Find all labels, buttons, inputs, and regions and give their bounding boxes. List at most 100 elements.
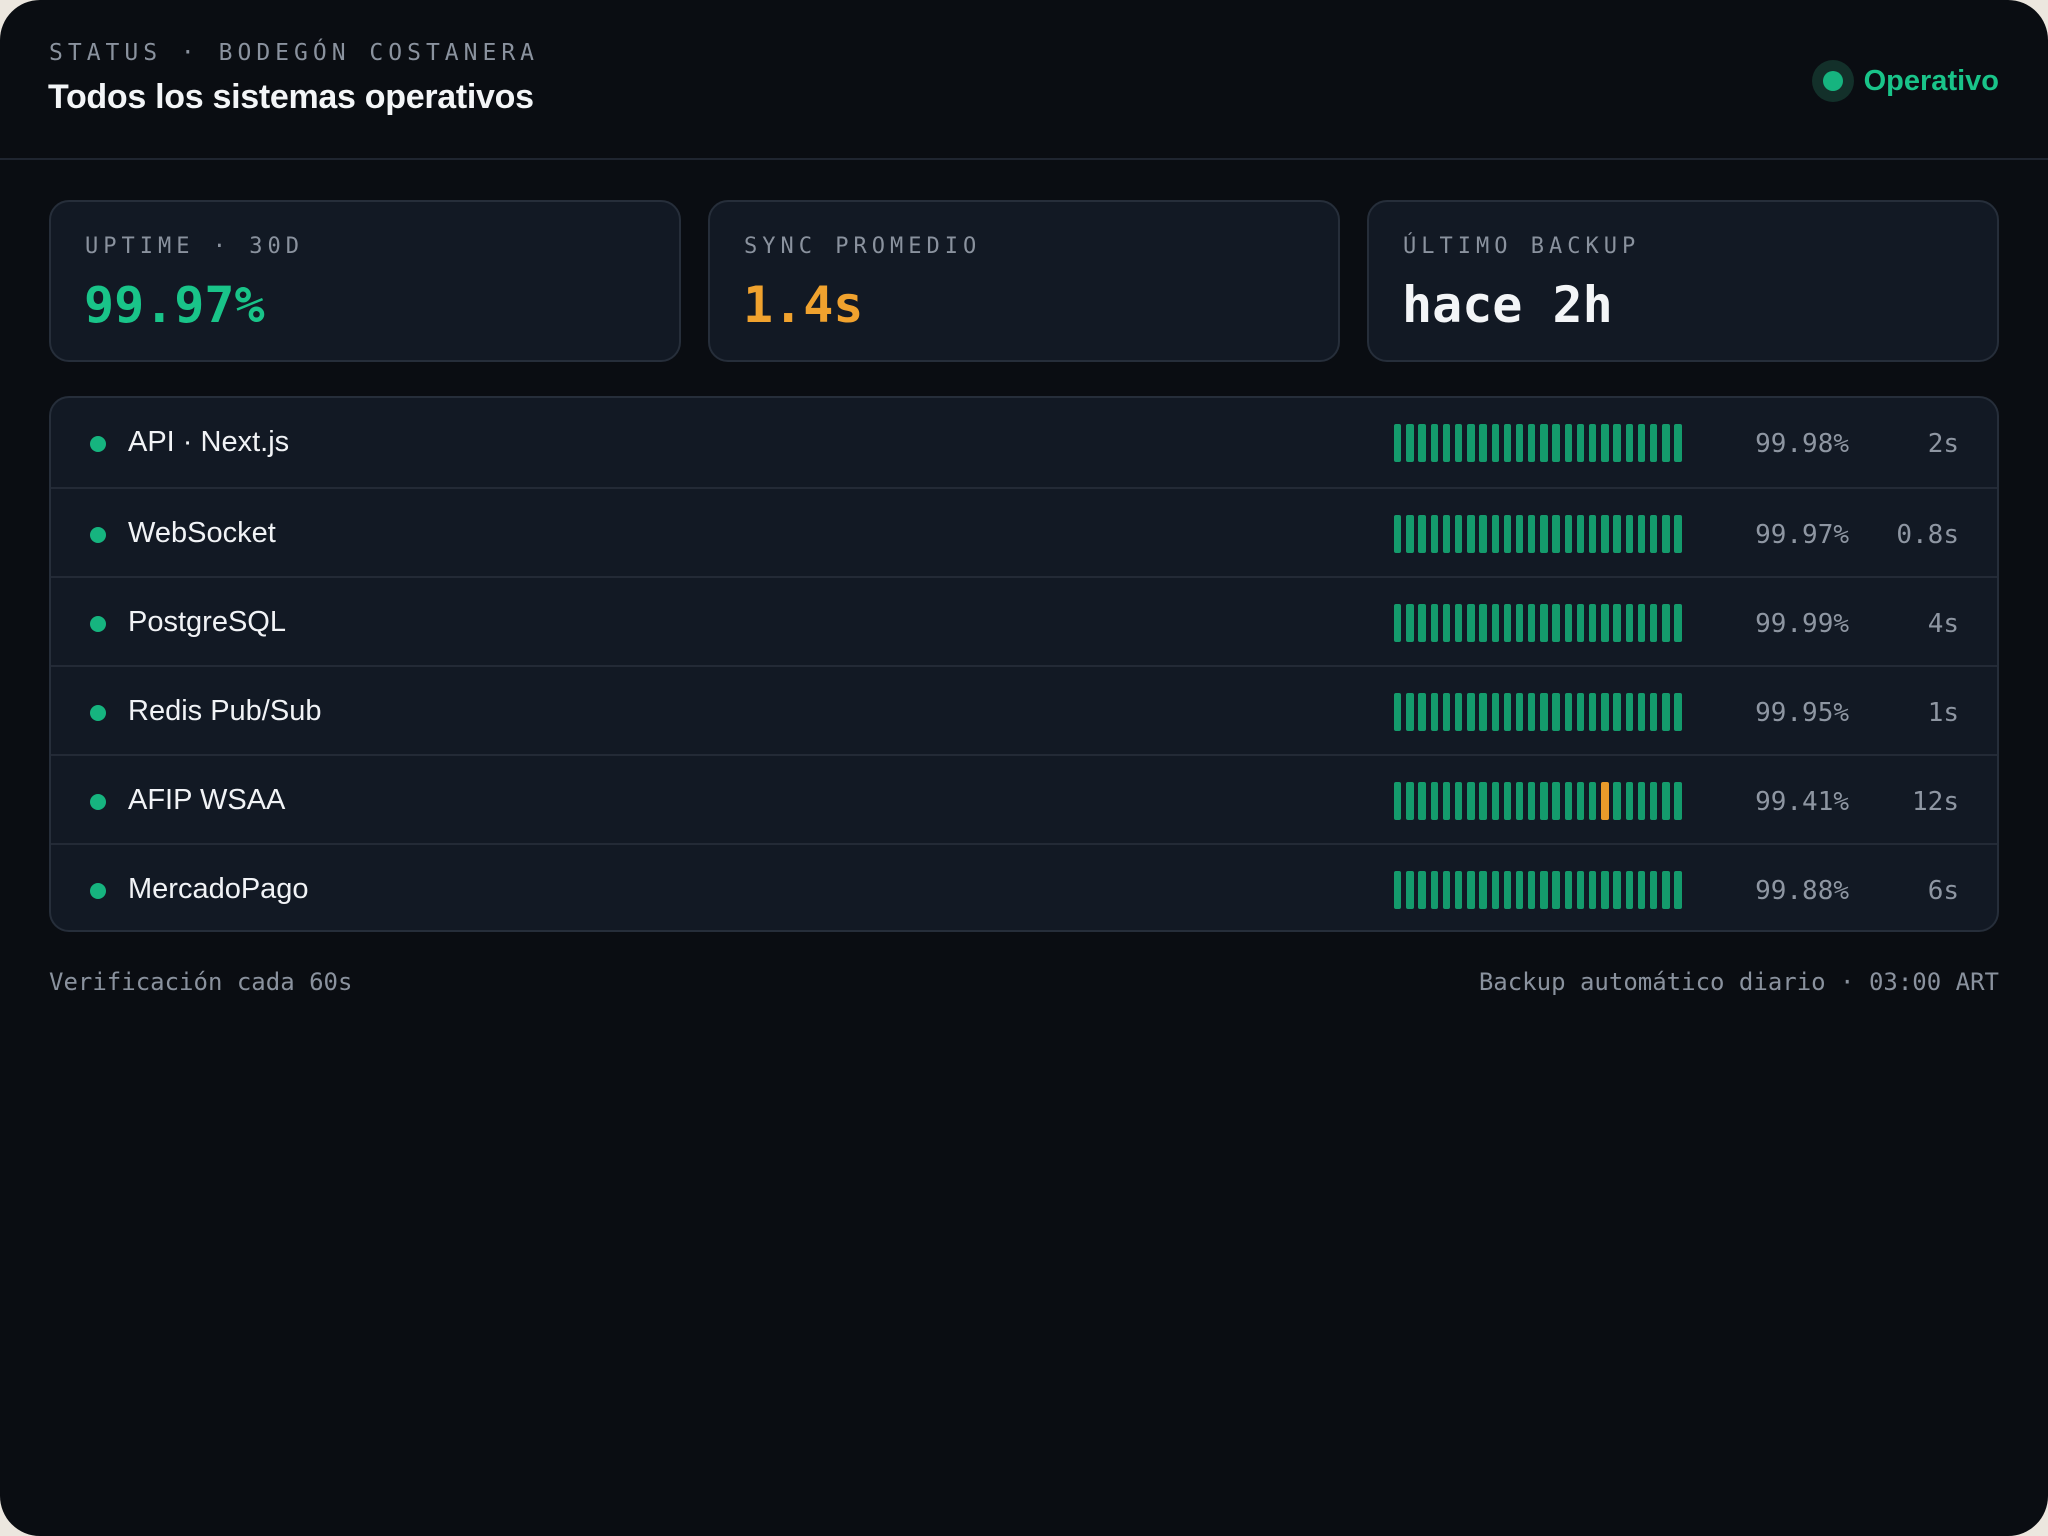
uptime-history-bar[interactable]: [1418, 515, 1426, 553]
uptime-history-bar[interactable]: [1454, 515, 1463, 553]
uptime-history-bar[interactable]: [1394, 515, 1402, 553]
uptime-history-bar[interactable]: [1528, 693, 1536, 731]
uptime-history-bar[interactable]: [1454, 604, 1463, 642]
uptime-history-bar[interactable]: [1491, 871, 1499, 909]
uptime-history-bar[interactable]: [1613, 782, 1621, 820]
uptime-history-bar[interactable]: [1540, 604, 1548, 642]
uptime-history-bar[interactable]: [1613, 515, 1621, 553]
uptime-history-bar[interactable]: [1528, 782, 1536, 820]
uptime-history-bar[interactable]: [1637, 871, 1646, 909]
uptime-history-bar[interactable]: [1576, 515, 1585, 553]
uptime-history-bar[interactable]: [1649, 693, 1658, 731]
uptime-history-bar[interactable]: [1394, 693, 1402, 731]
uptime-history-bar[interactable]: [1649, 604, 1658, 642]
uptime-history-bar[interactable]: [1503, 424, 1512, 462]
uptime-history-bar[interactable]: [1637, 693, 1646, 731]
service-row[interactable]: MercadoPago 99.88% 6s: [51, 843, 1997, 930]
uptime-history-bar[interactable]: [1625, 604, 1633, 642]
uptime-history-bar[interactable]: [1528, 424, 1536, 462]
uptime-history-bar[interactable]: [1564, 693, 1573, 731]
uptime-history-bar[interactable]: [1454, 871, 1463, 909]
uptime-history-bar[interactable]: [1442, 871, 1451, 909]
uptime-history-bar[interactable]: [1430, 424, 1438, 462]
uptime-history-bar[interactable]: [1394, 424, 1402, 462]
uptime-history-bar[interactable]: [1625, 424, 1633, 462]
uptime-history-bar[interactable]: [1454, 693, 1463, 731]
uptime-history-bar[interactable]: [1637, 604, 1646, 642]
uptime-history-bar[interactable]: [1625, 515, 1633, 553]
uptime-history-bar[interactable]: [1528, 871, 1536, 909]
uptime-history-bar[interactable]: [1454, 424, 1463, 462]
uptime-history-bar[interactable]: [1589, 782, 1597, 820]
uptime-history-bar[interactable]: [1528, 515, 1536, 553]
uptime-history-bar[interactable]: [1576, 693, 1585, 731]
uptime-history-bar[interactable]: [1406, 424, 1414, 462]
service-row[interactable]: API · Next.js 99.98% 2s: [51, 398, 1997, 487]
uptime-history-bar[interactable]: [1430, 693, 1438, 731]
uptime-history-bar[interactable]: [1552, 424, 1560, 462]
service-row[interactable]: PostgreSQL 99.99% 4s: [51, 576, 1997, 665]
uptime-history-bar[interactable]: [1613, 871, 1621, 909]
uptime-history-bar[interactable]: [1394, 871, 1402, 909]
uptime-history-bar[interactable]: [1576, 782, 1585, 820]
uptime-history-bar[interactable]: [1479, 782, 1487, 820]
uptime-history-bar[interactable]: [1467, 515, 1475, 553]
uptime-history-bar[interactable]: [1491, 782, 1499, 820]
uptime-history-bar[interactable]: [1430, 871, 1438, 909]
uptime-history-bar[interactable]: [1576, 871, 1585, 909]
uptime-history-bar[interactable]: [1406, 604, 1414, 642]
uptime-history-bar[interactable]: [1564, 604, 1573, 642]
uptime-history-bar[interactable]: [1589, 604, 1597, 642]
uptime-history-bar[interactable]: [1430, 782, 1438, 820]
uptime-history-bar[interactable]: [1552, 693, 1560, 731]
uptime-history-bar[interactable]: [1503, 693, 1512, 731]
uptime-history-bar[interactable]: [1589, 693, 1597, 731]
uptime-history-bar[interactable]: [1662, 693, 1670, 731]
uptime-history-bar[interactable]: [1601, 693, 1609, 731]
uptime-history-bar[interactable]: [1479, 515, 1487, 553]
uptime-history-bar[interactable]: [1467, 424, 1475, 462]
uptime-history-bar[interactable]: [1418, 693, 1426, 731]
uptime-history-bar[interactable]: [1552, 871, 1560, 909]
service-row[interactable]: Redis Pub/Sub 99.95% 1s: [51, 665, 1997, 754]
uptime-history-bar[interactable]: [1394, 782, 1402, 820]
uptime-history-bar[interactable]: [1564, 515, 1573, 553]
uptime-history-bar[interactable]: [1564, 782, 1573, 820]
uptime-history-bar[interactable]: [1418, 424, 1426, 462]
uptime-history-bar[interactable]: [1430, 604, 1438, 642]
uptime-history-bar[interactable]: [1674, 871, 1682, 909]
uptime-history-bar[interactable]: [1674, 782, 1682, 820]
uptime-history-bar[interactable]: [1601, 604, 1609, 642]
service-row[interactable]: AFIP WSAA 99.41% 12s: [51, 754, 1997, 843]
uptime-history-bar[interactable]: [1576, 604, 1585, 642]
uptime-history-bar[interactable]: [1552, 515, 1560, 553]
service-row[interactable]: WebSocket 99.97% 0.8s: [51, 487, 1997, 576]
uptime-history-bar[interactable]: [1662, 515, 1670, 553]
uptime-history-bar[interactable]: [1442, 604, 1451, 642]
uptime-history-bar[interactable]: [1540, 782, 1548, 820]
uptime-history-bar[interactable]: [1491, 604, 1499, 642]
uptime-history-bar[interactable]: [1467, 604, 1475, 642]
uptime-history-bar[interactable]: [1515, 782, 1524, 820]
uptime-history-bar[interactable]: [1564, 871, 1573, 909]
uptime-history-bar[interactable]: [1576, 424, 1585, 462]
uptime-history-bar[interactable]: [1625, 782, 1633, 820]
uptime-history-bar[interactable]: [1406, 782, 1414, 820]
uptime-history-bar[interactable]: [1528, 604, 1536, 642]
uptime-history-bar[interactable]: [1454, 782, 1463, 820]
uptime-history-bar[interactable]: [1479, 604, 1487, 642]
uptime-history-bar[interactable]: [1430, 515, 1438, 553]
uptime-history-bar[interactable]: [1637, 515, 1646, 553]
uptime-history-bar[interactable]: [1625, 693, 1633, 731]
uptime-history-bar[interactable]: [1552, 782, 1560, 820]
uptime-history-bar[interactable]: [1540, 693, 1548, 731]
uptime-history-bar[interactable]: [1491, 515, 1499, 553]
uptime-history-bar[interactable]: [1601, 782, 1609, 820]
uptime-history-bar[interactable]: [1503, 604, 1512, 642]
uptime-history-bar[interactable]: [1552, 604, 1560, 642]
uptime-history-bar[interactable]: [1442, 693, 1451, 731]
uptime-history-bar[interactable]: [1662, 782, 1670, 820]
uptime-history-bar[interactable]: [1406, 871, 1414, 909]
uptime-history-bar[interactable]: [1613, 604, 1621, 642]
uptime-history-bar[interactable]: [1662, 604, 1670, 642]
